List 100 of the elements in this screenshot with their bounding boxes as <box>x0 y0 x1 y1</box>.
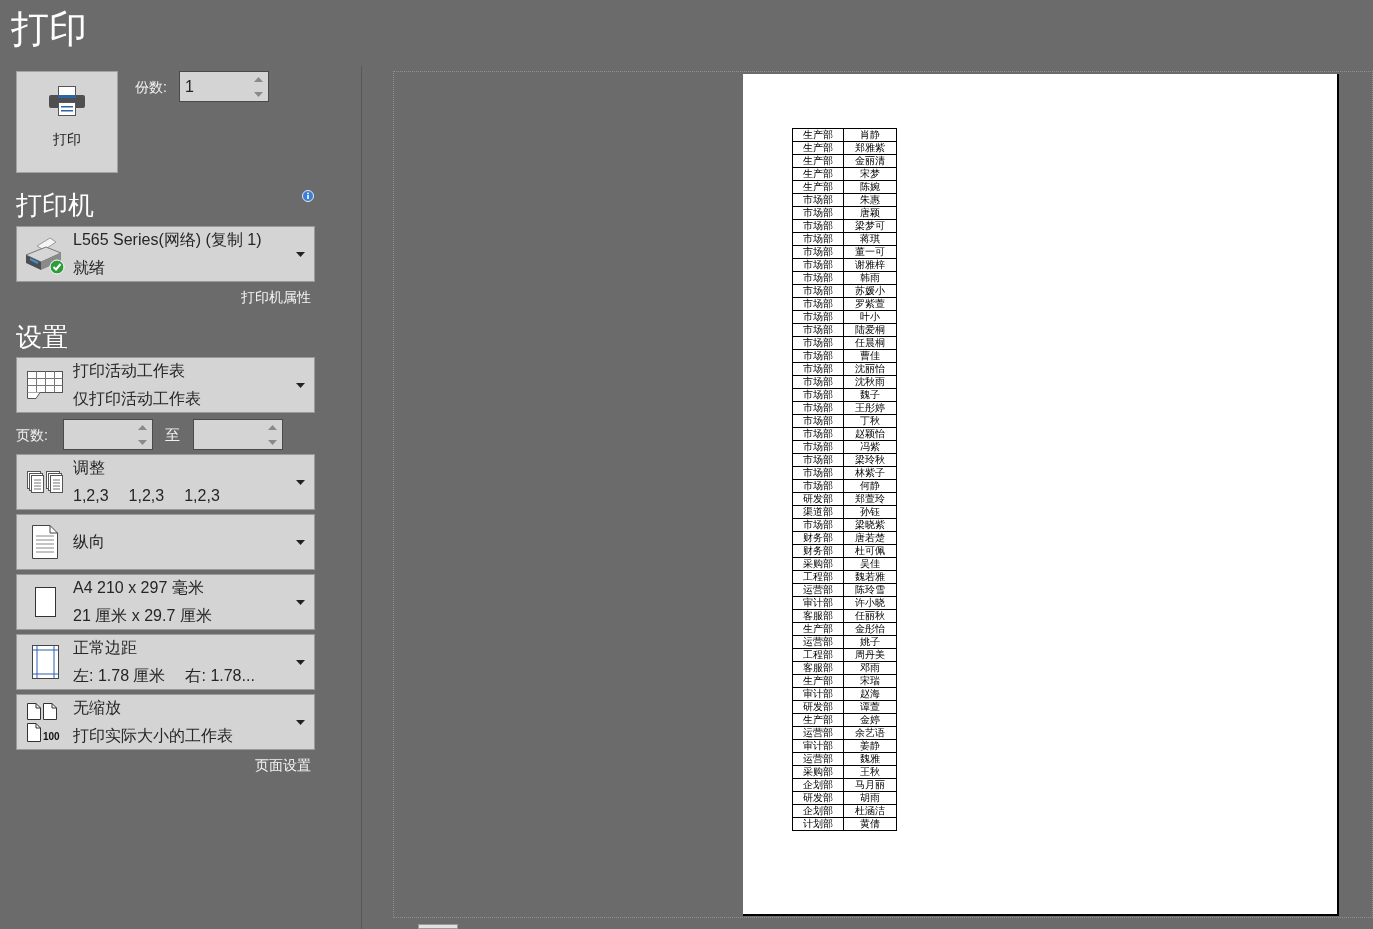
print-range-dropdown[interactable]: 打印活动工作表 仅打印活动工作表 <box>16 357 315 413</box>
caret-icon <box>296 539 305 545</box>
table-cell: 市场部 <box>792 518 844 532</box>
table-cell: 市场部 <box>792 349 844 363</box>
table-cell: 任晨桐 <box>843 336 897 350</box>
copies-label: 份数: <box>135 77 167 96</box>
table-cell: 王秋 <box>843 765 897 779</box>
table-cell: 审计部 <box>792 739 844 753</box>
table-cell: 市场部 <box>792 401 844 415</box>
spinner-arrows-icon[interactable] <box>253 76 263 97</box>
printer-properties-link[interactable]: 打印机属性 <box>241 288 311 306</box>
page-from-field[interactable] <box>63 419 153 450</box>
table-cell: 渠道部 <box>792 505 844 519</box>
section-heading: 打印机 <box>16 190 94 220</box>
printer-dropdown[interactable]: L565 Series(网络) (复制 1) 就绪 <box>16 226 315 282</box>
table-cell: 梁玲秋 <box>843 453 897 467</box>
table-cell: 市场部 <box>792 271 844 285</box>
table-cell: 任丽秋 <box>843 609 897 623</box>
page-to-field[interactable] <box>193 419 283 450</box>
table-cell: 市场部 <box>792 297 844 311</box>
spinner-arrows-icon[interactable] <box>138 424 147 445</box>
table-cell: 审计部 <box>792 596 844 610</box>
page-setup-link[interactable]: 页面设置 <box>255 756 311 774</box>
table-cell: 市场部 <box>792 414 844 428</box>
collate-dropdown[interactable]: 调整 1,2,3 1,2,3 1,2,3 <box>16 454 315 510</box>
table-cell: 生产部 <box>792 622 844 636</box>
table-cell: 市场部 <box>792 466 844 480</box>
info-icon[interactable] <box>302 190 314 202</box>
table-cell: 运营部 <box>792 752 844 766</box>
table-cell: 客服部 <box>792 609 844 623</box>
section-heading: 设置 <box>16 322 68 352</box>
table-cell: 审计部 <box>792 687 844 701</box>
caret-icon <box>296 479 305 485</box>
table-cell: 唐颖 <box>843 206 897 220</box>
table-cell: 孙钰 <box>843 505 897 519</box>
copies-field[interactable]: 1 <box>178 71 269 102</box>
spinner-arrows-icon[interactable] <box>268 424 277 445</box>
table-cell: 客服部 <box>792 661 844 675</box>
scaling-dropdown[interactable]: 100 无缩放 打印实际大小的工作表 <box>16 694 315 750</box>
table-cell: 曹佳 <box>843 349 897 363</box>
table-cell: 生产部 <box>792 167 844 181</box>
table-cell: 赵颖怡 <box>843 427 897 441</box>
table-cell: 企划部 <box>792 778 844 792</box>
table-cell: 市场部 <box>792 388 844 402</box>
table-cell: 生产部 <box>792 154 844 168</box>
table-cell: 运营部 <box>792 583 844 597</box>
table-cell: 市场部 <box>792 375 844 389</box>
table-cell: 魏若雅 <box>843 570 897 584</box>
table-cell: 市场部 <box>792 284 844 298</box>
table-cell: 生产部 <box>792 141 844 155</box>
to-label: 至 <box>165 425 181 444</box>
table-cell: 金彤怡 <box>843 622 897 636</box>
table-cell: 陈婉 <box>843 180 897 194</box>
table-cell: 董一可 <box>843 245 897 259</box>
margins-dropdown[interactable]: 正常边距 左: 1.78 厘米 右: 1.78... <box>16 634 315 690</box>
table-cell: 朱惠 <box>843 193 897 207</box>
table-cell: 谭萱 <box>843 700 897 714</box>
table-cell: 研发部 <box>792 492 844 506</box>
table-cell: 丁秋 <box>843 414 897 428</box>
table-cell: 蒋琪 <box>843 232 897 246</box>
table-cell: 唐若楚 <box>843 531 897 545</box>
table-cell: 生产部 <box>792 180 844 194</box>
table-cell: 王彤婷 <box>843 401 897 415</box>
table-cell: 市场部 <box>792 453 844 467</box>
table-cell: 市场部 <box>792 310 844 324</box>
table-cell: 罗紫萱 <box>843 297 897 311</box>
table-cell: 魏子 <box>843 388 897 402</box>
scrollbar-thumb[interactable] <box>418 924 458 929</box>
table-cell: 郑萱玲 <box>843 492 897 506</box>
caret-icon <box>296 251 305 257</box>
orientation-dropdown[interactable]: 纵向 <box>16 514 315 570</box>
table-cell: 计划部 <box>792 817 844 831</box>
table-cell: 宋瑞 <box>843 674 897 688</box>
table-cell: 市场部 <box>792 362 844 376</box>
portrait-page-icon <box>32 525 58 559</box>
table-cell: 胡雨 <box>843 791 897 805</box>
table-cell: 沈丽怡 <box>843 362 897 376</box>
table-cell: 市场部 <box>792 219 844 233</box>
collated-pages-icon <box>27 471 63 493</box>
caret-icon <box>296 382 305 388</box>
table-cell: 市场部 <box>792 193 844 207</box>
table-cell: 工程部 <box>792 648 844 662</box>
table-cell: 市场部 <box>792 232 844 246</box>
table-cell: 市场部 <box>792 323 844 337</box>
table-cell: 冯紫 <box>843 440 897 454</box>
table-cell: 生产部 <box>792 674 844 688</box>
printer-icon <box>49 86 85 116</box>
table-cell: 市场部 <box>792 440 844 454</box>
table-cell: 市场部 <box>792 245 844 259</box>
table-cell: 陈玲雪 <box>843 583 897 597</box>
table-cell: 陆爱桐 <box>843 323 897 337</box>
paper-size-dropdown[interactable]: A4 210 x 297 毫米 21 厘米 x 29.7 厘米 <box>16 574 315 630</box>
table-cell: 金丽清 <box>843 154 897 168</box>
table-cell: 何静 <box>843 479 897 493</box>
table-cell: 周丹美 <box>843 648 897 662</box>
table-cell: 运营部 <box>792 726 844 740</box>
table-cell: 金婷 <box>843 713 897 727</box>
table-cell: 谢雅梓 <box>843 258 897 272</box>
print-button[interactable]: 打印 <box>16 71 118 173</box>
table-cell: 沈秋雨 <box>843 375 897 389</box>
